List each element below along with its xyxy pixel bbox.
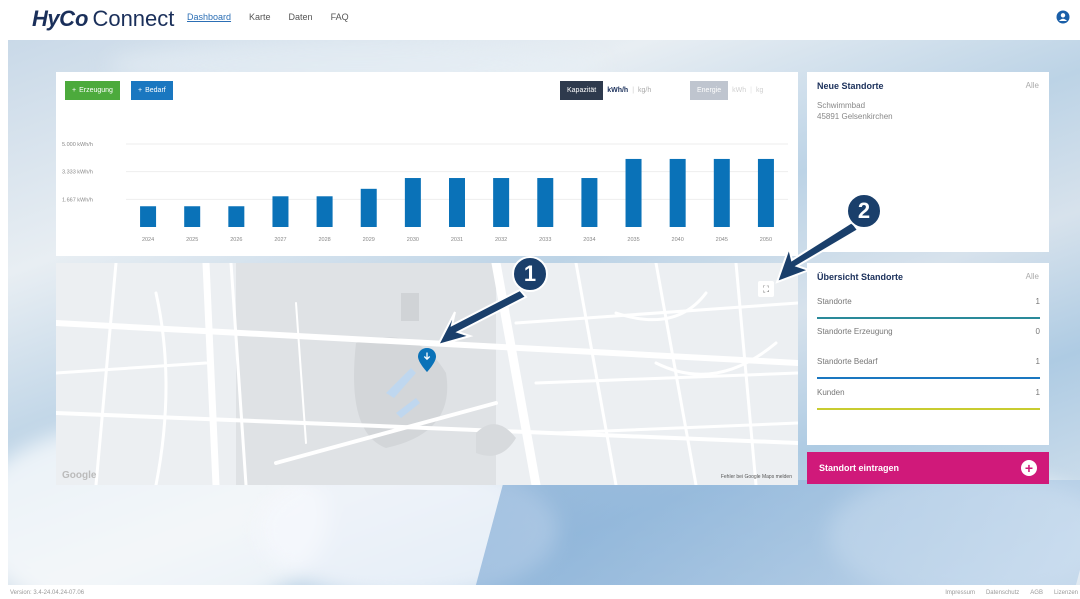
chart-bar-2026[interactable] xyxy=(228,206,245,227)
chart-bar-2033[interactable] xyxy=(537,178,554,227)
chart-panel: + Erzeugung + Bedarf Kapazität kWh/h | kg/… xyxy=(56,72,798,256)
stat-bar xyxy=(817,408,1040,410)
energie-toggle[interactable]: Energie kWh | kg xyxy=(690,81,767,100)
annotation-badge-2: 2 xyxy=(846,193,882,229)
chart-bar-2050[interactable] xyxy=(757,158,774,227)
nav-daten[interactable]: Daten xyxy=(289,12,313,22)
overview-title: Übersicht Standorte xyxy=(817,272,904,282)
user-account-icon[interactable] xyxy=(1056,10,1070,24)
chart-bar-2029[interactable] xyxy=(360,188,377,227)
footer-lizenzen[interactable]: Lizenzen xyxy=(1054,590,1078,596)
new-locations-title: Neue Standorte xyxy=(817,81,884,91)
stat-label: Standorte xyxy=(817,297,852,306)
stat-row-bedarf: Standorte Bedarf 1 xyxy=(817,357,1040,379)
x-tick-label: 2035 xyxy=(627,237,639,243)
map-report-link[interactable]: Fehler bei Google Maps melden xyxy=(721,474,792,480)
kapazitaet-label[interactable]: Kapazität xyxy=(560,81,604,100)
nav-dashboard[interactable]: Dashboard xyxy=(187,12,231,22)
map-roads xyxy=(56,263,798,485)
bedarf-button[interactable]: + Bedarf xyxy=(131,81,173,100)
chart-bar-2028[interactable] xyxy=(316,196,333,227)
main-nav: Dashboard Karte Daten FAQ xyxy=(187,12,349,22)
add-location-button[interactable]: Standort eintragen + xyxy=(807,452,1049,484)
stat-row-standorte: Standorte 1 xyxy=(817,297,1040,319)
x-tick-label: 2032 xyxy=(495,237,507,243)
unit-kg-h[interactable]: kg/h xyxy=(634,87,655,94)
x-tick-label: 2045 xyxy=(716,237,728,243)
unit-kwh[interactable]: kWh xyxy=(728,87,750,94)
chart-bar-2031[interactable] xyxy=(449,178,465,227)
chart-bar-2034[interactable] xyxy=(581,178,598,227)
chart-bar-2035[interactable] xyxy=(625,158,642,227)
y-tick-label: 3.333 kWh/h xyxy=(62,170,93,176)
chart-bar-2025[interactable] xyxy=(184,206,201,227)
map-view[interactable]: ⛶ Google Fehler bei Google Maps melden xyxy=(56,263,798,485)
x-tick-label: 2028 xyxy=(318,237,330,243)
chart-bar-2030[interactable] xyxy=(404,178,421,227)
stat-row-erzeugung: Standorte Erzeugung 0 xyxy=(817,327,1040,349)
stat-bar xyxy=(817,317,1040,319)
y-tick-label: 1.667 kWh/h xyxy=(62,197,93,203)
fullscreen-icon[interactable]: ⛶ xyxy=(758,281,774,297)
x-tick-label: 2025 xyxy=(186,237,198,243)
stat-label: Standorte Erzeugung xyxy=(817,327,893,336)
x-tick-label: 2030 xyxy=(407,237,419,243)
x-tick-label: 2031 xyxy=(451,237,463,243)
stat-value: 1 xyxy=(1035,297,1040,306)
stat-label: Kunden xyxy=(817,388,845,397)
footer-datenschutz[interactable]: Datenschutz xyxy=(986,590,1019,596)
unit-kg[interactable]: kg xyxy=(752,87,767,94)
x-tick-label: 2033 xyxy=(539,237,551,243)
footer: Version: 3.4-24.04.24-07.06 Impressum Da… xyxy=(0,586,1080,599)
overview-all-link[interactable]: Alle xyxy=(1026,272,1039,281)
new-location-name[interactable]: Schwimmbad xyxy=(817,101,865,110)
footer-links: Impressum Datenschutz AGB Lizenzen xyxy=(945,590,1078,596)
new-locations-all-link[interactable]: Alle xyxy=(1026,81,1039,90)
stat-value: 0 xyxy=(1035,327,1040,336)
logo-hy-text: Hy xyxy=(32,6,60,31)
annotation-badge-1: 1 xyxy=(512,256,548,292)
x-tick-label: 2029 xyxy=(363,237,375,243)
x-tick-label: 2027 xyxy=(274,237,286,243)
capacity-bar-chart: 5.000 kWh/h 3.333 kWh/h 1.667 kWh/h 2024 202… xyxy=(62,142,788,243)
chart-bar-2027[interactable] xyxy=(272,196,289,227)
x-tick-label: 2040 xyxy=(672,237,684,243)
nav-faq[interactable]: FAQ xyxy=(331,12,349,22)
x-tick-label: 2034 xyxy=(583,237,595,243)
logo-connect-text: Connect xyxy=(92,6,175,31)
y-tick-label: 5.000 kWh/h xyxy=(62,142,93,148)
erzeugung-button[interactable]: + Erzeugung xyxy=(65,81,120,100)
x-tick-label: 2026 xyxy=(230,237,242,243)
unit-kwh-h[interactable]: kWh/h xyxy=(603,87,632,94)
stat-label: Standorte Bedarf xyxy=(817,357,878,366)
top-navigation-bar: HyCo Connect Dashboard Karte Daten FAQ xyxy=(0,0,1080,36)
google-logo: Google xyxy=(62,470,97,481)
version-text: Version: 3.4-24.04.24-07.06 xyxy=(10,590,85,596)
chart-bar-2045[interactable] xyxy=(713,158,730,227)
locations-overview-panel: Übersicht Standorte Alle Standorte 1 Sta… xyxy=(807,263,1049,445)
footer-impressum[interactable]: Impressum xyxy=(945,590,975,596)
x-tick-label: 2050 xyxy=(760,237,772,243)
chart-bar-2040[interactable] xyxy=(669,158,686,227)
chart-bar-2024[interactable] xyxy=(140,206,157,227)
kapazitaet-toggle[interactable]: Kapazität kWh/h | kg/h xyxy=(560,81,655,100)
plus-icon: + xyxy=(1021,460,1037,476)
new-location-address: 45891 Gelsenkirchen xyxy=(817,112,893,121)
stat-value: 1 xyxy=(1035,388,1040,397)
logo-co-text: Co xyxy=(59,6,89,31)
location-pin-icon[interactable] xyxy=(418,348,436,372)
stat-bar xyxy=(817,377,1040,379)
add-location-label: Standort eintragen xyxy=(819,463,900,473)
stat-row-kunden: Kunden 1 xyxy=(817,388,1040,410)
x-tick-label: 2024 xyxy=(142,237,154,243)
hyco-connect-logo[interactable]: HyCo Connect xyxy=(32,6,174,32)
new-locations-panel: Neue Standorte Alle Schwimmbad 45891 Gel… xyxy=(807,72,1049,252)
stat-value: 1 xyxy=(1035,357,1040,366)
nav-karte[interactable]: Karte xyxy=(249,12,271,22)
footer-agb[interactable]: AGB xyxy=(1030,590,1043,596)
energie-label[interactable]: Energie xyxy=(690,81,729,100)
chart-bar-2032[interactable] xyxy=(493,178,510,227)
